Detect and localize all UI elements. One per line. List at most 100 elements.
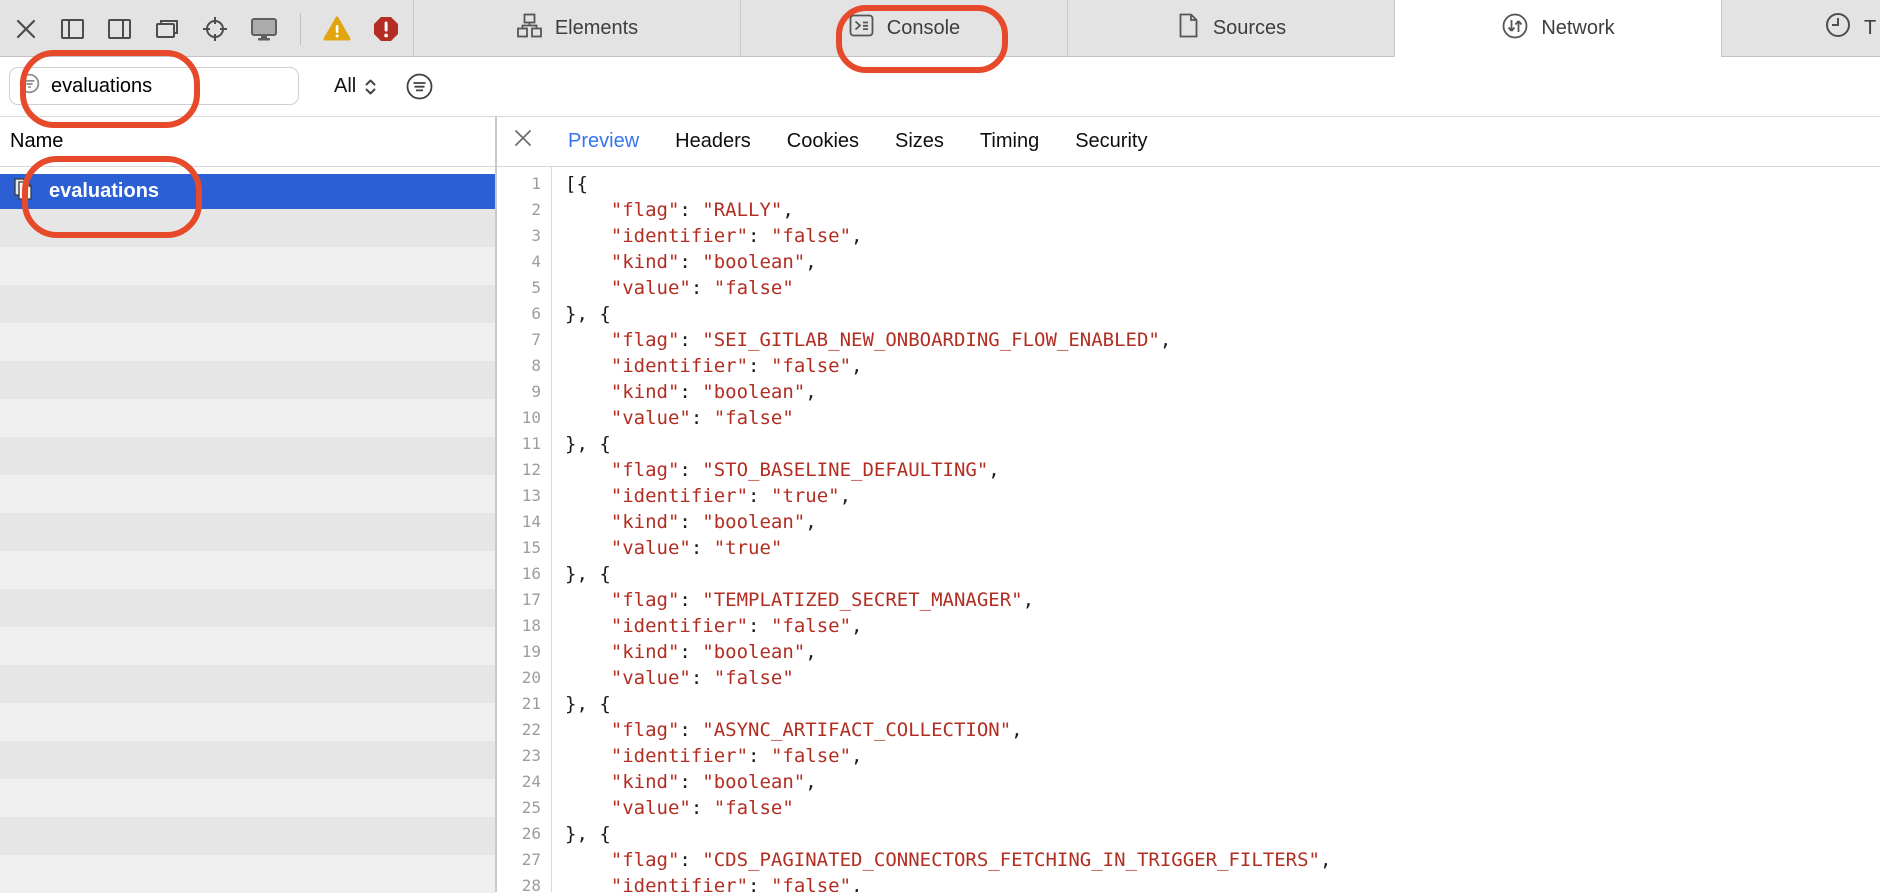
code-text: }, { bbox=[565, 691, 611, 717]
code-text: "identifier": "false", bbox=[565, 873, 862, 892]
line-number: 12 bbox=[497, 457, 551, 483]
device-icon[interactable] bbox=[249, 15, 279, 42]
code-text: }, { bbox=[565, 301, 611, 327]
code-line: 28 "identifier": "false", bbox=[497, 873, 1880, 892]
options-circle-icon[interactable] bbox=[406, 73, 433, 105]
name-column-header[interactable]: Name bbox=[10, 116, 63, 166]
json-string: "identifier" bbox=[611, 745, 748, 767]
code-line: 22 "flag": "ASYNC_ARTIFACT_COLLECTION", bbox=[497, 717, 1880, 743]
tab-elements[interactable]: Elements bbox=[413, 0, 740, 56]
code-line: 20 "value": "false" bbox=[497, 665, 1880, 691]
json-string: "false" bbox=[771, 875, 851, 892]
line-number: 20 bbox=[497, 665, 551, 691]
network-filter-bar: evaluations All bbox=[0, 57, 1880, 117]
detail-tab-timing[interactable]: Timing bbox=[980, 130, 1039, 153]
dock-right-icon[interactable] bbox=[106, 16, 133, 42]
code-line: 26}, { bbox=[497, 821, 1880, 847]
filter-input[interactable]: evaluations bbox=[9, 67, 299, 105]
json-string: "kind" bbox=[611, 771, 680, 793]
code-text: }, { bbox=[565, 431, 611, 457]
error-icon[interactable] bbox=[372, 15, 400, 43]
json-string: "boolean" bbox=[702, 251, 805, 273]
detail-tab-security[interactable]: Security bbox=[1075, 130, 1147, 153]
cascade-windows-icon[interactable] bbox=[153, 16, 181, 42]
tab-label: Network bbox=[1541, 17, 1614, 40]
code-text: "identifier": "false", bbox=[565, 743, 862, 769]
line-number: 14 bbox=[497, 509, 551, 535]
json-string: "flag" bbox=[611, 589, 680, 611]
tab-console[interactable]: Console bbox=[740, 0, 1067, 56]
empty-list-stripe bbox=[0, 665, 495, 703]
json-string: "false" bbox=[771, 225, 851, 247]
detail-tab-headers[interactable]: Headers bbox=[675, 130, 751, 153]
json-string: "CDS_PAGINATED_CONNECTORS_FETCHING_IN_TR… bbox=[702, 849, 1320, 871]
json-string: "kind" bbox=[611, 381, 680, 403]
tab-network[interactable]: Network bbox=[1394, 0, 1721, 57]
json-string: "false" bbox=[771, 745, 851, 767]
code-text: "identifier": "true", bbox=[565, 483, 851, 509]
dock-side-icon[interactable] bbox=[59, 16, 86, 42]
json-string: "identifier" bbox=[611, 485, 748, 507]
empty-list-stripe bbox=[0, 361, 495, 399]
empty-list-stripe bbox=[0, 779, 495, 817]
json-string: "flag" bbox=[611, 719, 680, 741]
line-number: 24 bbox=[497, 769, 551, 795]
line-number: 9 bbox=[497, 379, 551, 405]
code-text: "flag": "RALLY", bbox=[565, 197, 794, 223]
json-string: "false" bbox=[771, 615, 851, 637]
line-number: 27 bbox=[497, 847, 551, 873]
filter-input-value: evaluations bbox=[51, 75, 152, 98]
request-row-label: evaluations bbox=[49, 180, 159, 203]
code-line: 14 "kind": "boolean", bbox=[497, 509, 1880, 535]
json-string: "STO_BASELINE_DEFAULTING" bbox=[702, 459, 988, 481]
json-string: "flag" bbox=[611, 199, 680, 221]
code-line: 21}, { bbox=[497, 691, 1880, 717]
line-number: 18 bbox=[497, 613, 551, 639]
line-number: 10 bbox=[497, 405, 551, 431]
code-text: "flag": "CDS_PAGINATED_CONNECTORS_FETCHI… bbox=[565, 847, 1331, 873]
detail-tab-cookies[interactable]: Cookies bbox=[787, 130, 859, 153]
empty-list-stripe bbox=[0, 703, 495, 741]
json-string: "false" bbox=[771, 355, 851, 377]
json-string: "identifier" bbox=[611, 355, 748, 377]
line-number: 11 bbox=[497, 431, 551, 457]
request-row-evaluations[interactable]: evaluations bbox=[0, 174, 495, 209]
json-string: "boolean" bbox=[702, 381, 805, 403]
line-number: 26 bbox=[497, 821, 551, 847]
line-number: 1 bbox=[497, 171, 551, 197]
code-text: "value": "false" bbox=[565, 795, 794, 821]
filter-scope-select[interactable]: All bbox=[334, 57, 378, 116]
code-line: 25 "value": "false" bbox=[497, 795, 1880, 821]
empty-list-stripe bbox=[0, 209, 495, 247]
close-detail-icon[interactable] bbox=[514, 129, 532, 153]
json-string: "TEMPLATIZED_SECRET_MANAGER" bbox=[702, 589, 1022, 611]
warning-icon[interactable] bbox=[322, 15, 352, 42]
console-icon bbox=[848, 12, 875, 45]
json-string: "value" bbox=[611, 407, 691, 429]
tab-sources[interactable]: Sources bbox=[1067, 0, 1394, 56]
close-icon[interactable] bbox=[13, 16, 39, 42]
request-list-empty-area bbox=[0, 209, 495, 892]
empty-list-stripe bbox=[0, 285, 495, 323]
json-string: "false" bbox=[714, 407, 794, 429]
line-number: 4 bbox=[497, 249, 551, 275]
json-string: "false" bbox=[714, 277, 794, 299]
detail-tab-sizes[interactable]: Sizes bbox=[895, 130, 944, 153]
code-line: 27 "flag": "CDS_PAGINATED_CONNECTORS_FET… bbox=[497, 847, 1880, 873]
code-text: "value": "false" bbox=[565, 275, 794, 301]
detail-tab-preview[interactable]: Preview bbox=[568, 130, 639, 153]
json-string: "flag" bbox=[611, 329, 680, 351]
code-text: "identifier": "false", bbox=[565, 613, 862, 639]
code-line: 19 "kind": "boolean", bbox=[497, 639, 1880, 665]
json-string: "false" bbox=[714, 797, 794, 819]
code-line: 2 "flag": "RALLY", bbox=[497, 197, 1880, 223]
line-number: 15 bbox=[497, 535, 551, 561]
empty-list-stripe bbox=[0, 741, 495, 779]
timelines-tab-partial[interactable]: T bbox=[1721, 0, 1880, 56]
element-picker-icon[interactable] bbox=[201, 15, 229, 43]
code-text: "kind": "boolean", bbox=[565, 509, 817, 535]
code-line: 8 "identifier": "false", bbox=[497, 353, 1880, 379]
empty-list-stripe bbox=[0, 323, 495, 361]
document-icon bbox=[10, 176, 37, 208]
empty-list-stripe bbox=[0, 247, 495, 285]
